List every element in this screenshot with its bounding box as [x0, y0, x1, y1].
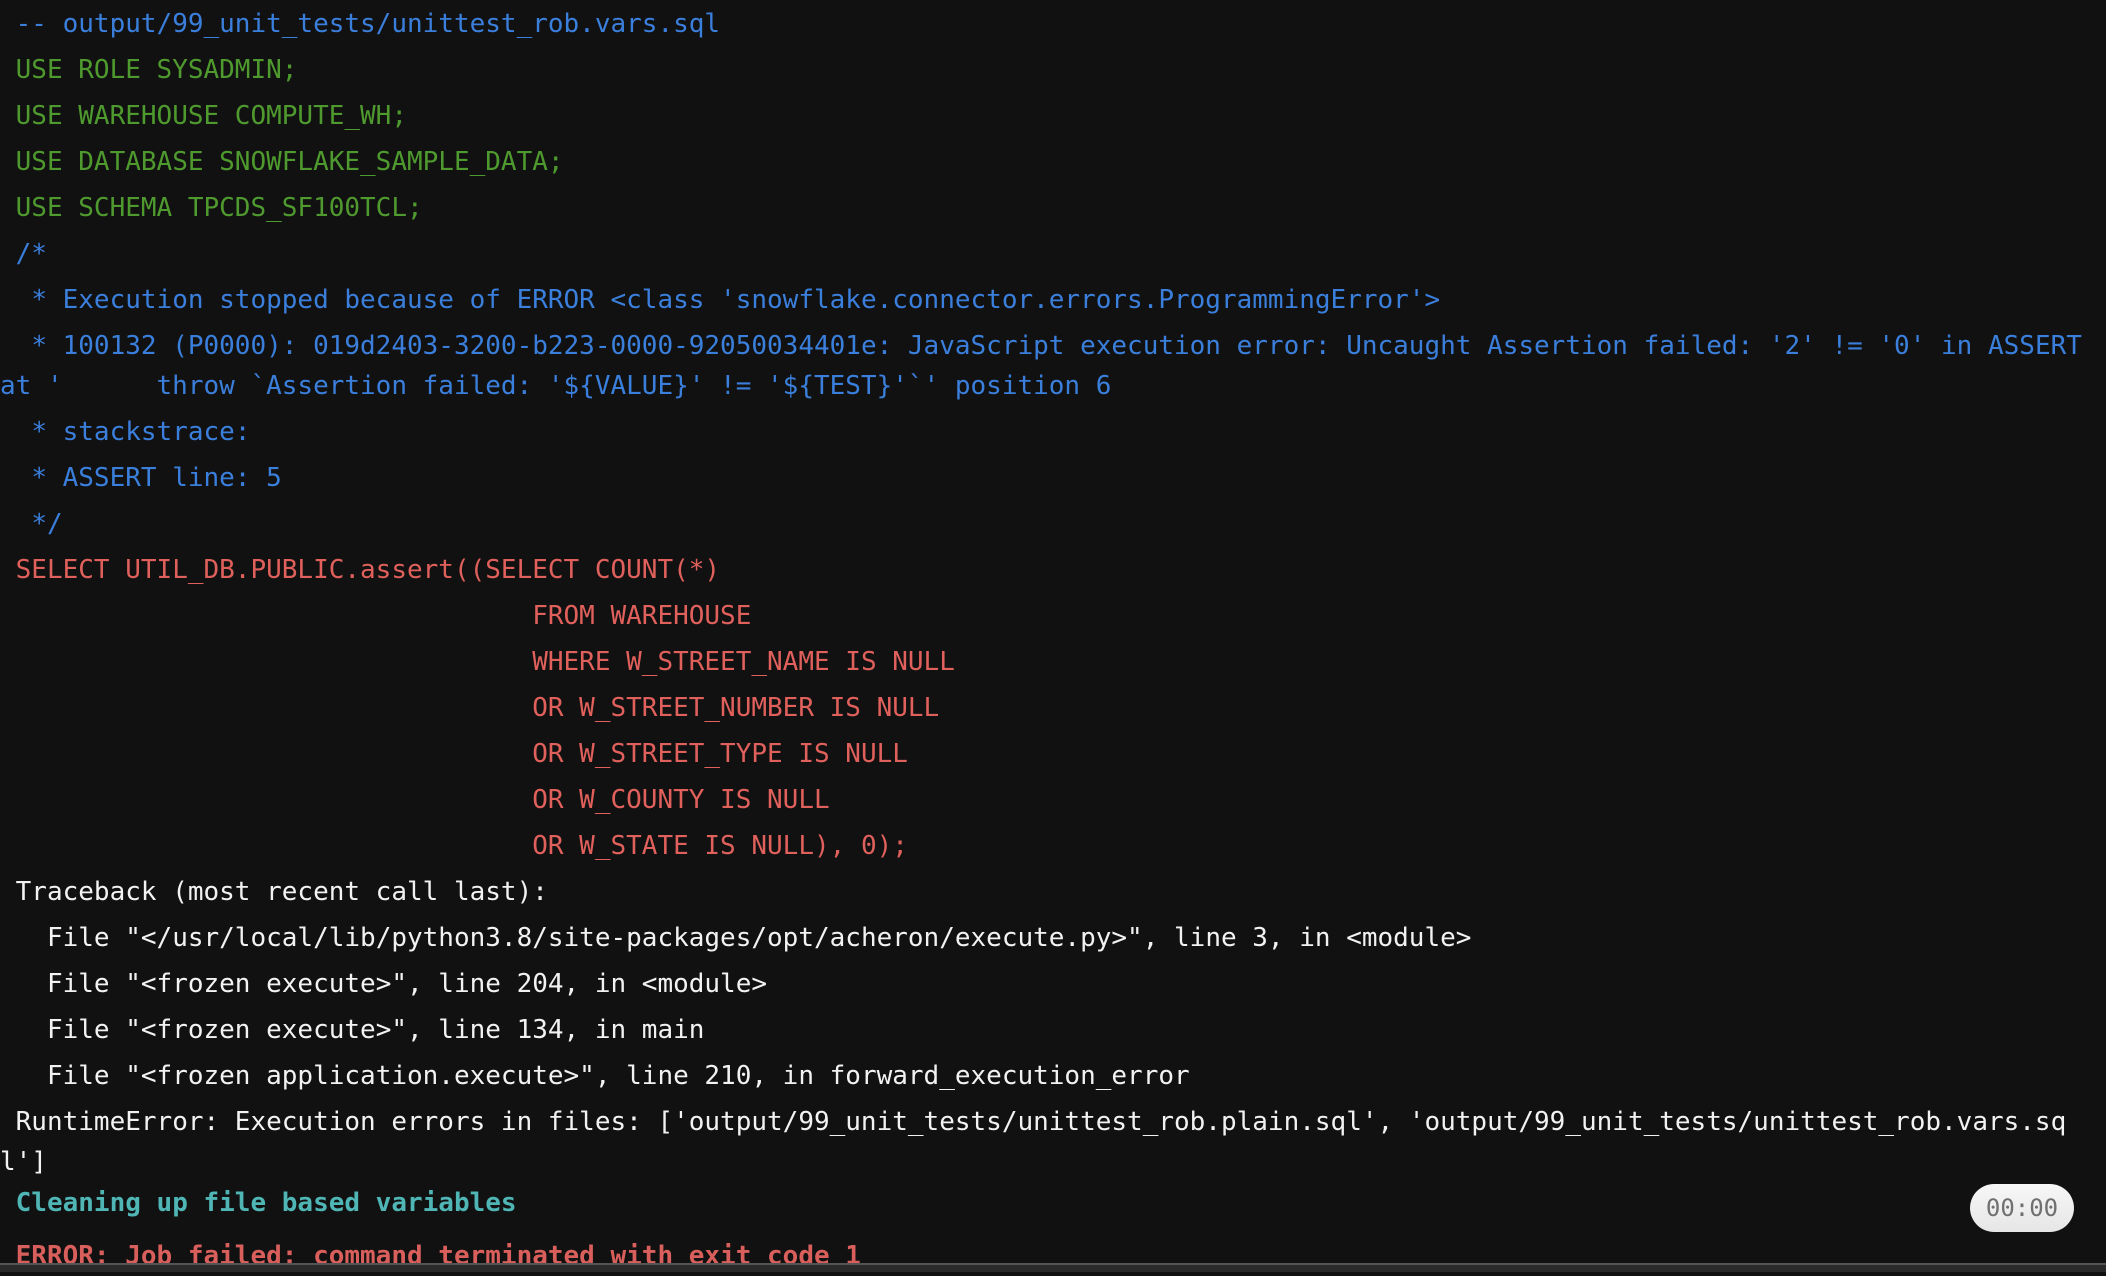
log-line: USE SCHEMA TPCDS_SF100TCL; — [0, 193, 423, 223]
log-line: Traceback (most recent call last): — [0, 877, 548, 907]
log-line: File "<frozen application.execute>", lin… — [0, 1061, 1190, 1091]
log-line: -- output/99_unit_tests/unittest_rob.var… — [0, 9, 721, 39]
log-line: File "<frozen execute>", line 204, in <m… — [0, 969, 768, 999]
elapsed-time-badge: 00:00 — [1970, 1184, 2074, 1232]
job-log-output: -- output/99_unit_tests/unittest_rob.var… — [0, 4, 2090, 1188]
log-line: * Execution stopped because of ERROR <cl… — [0, 285, 1441, 315]
log-line: File "<frozen execute>", line 134, in ma… — [0, 1015, 705, 1045]
log-line: WHERE W_STREET_NAME IS NULL — [0, 647, 955, 677]
cleanup-status-line: Cleaning up file based variables — [0, 1188, 517, 1218]
log-line: File "</usr/local/lib/python3.8/site-pac… — [0, 923, 1472, 953]
log-line: RuntimeError: Execution errors in files:… — [0, 1107, 2067, 1177]
log-line: USE DATABASE SNOWFLAKE_SAMPLE_DATA; — [0, 147, 564, 177]
log-line: /* — [0, 239, 47, 269]
log-line: * 100132 (P0000): 019d2403-3200-b223-000… — [0, 331, 2098, 401]
log-line: FROM WAREHOUSE — [0, 601, 752, 631]
log-line: */ — [0, 509, 63, 539]
log-line: OR W_STATE IS NULL), 0); — [0, 831, 908, 861]
log-line: OR W_STREET_TYPE IS NULL — [0, 739, 908, 769]
log-line: * ASSERT line: 5 — [0, 463, 282, 493]
log-line: OR W_STREET_NUMBER IS NULL — [0, 693, 940, 723]
log-line: * stackstrace: — [0, 417, 251, 447]
log-line: SELECT UTIL_DB.PUBLIC.assert((SELECT COU… — [0, 555, 721, 585]
log-line: USE ROLE SYSADMIN; — [0, 55, 298, 85]
log-line: OR W_COUNTY IS NULL — [0, 785, 830, 815]
log-line: USE WAREHOUSE COMPUTE_WH; — [0, 101, 407, 131]
log-bottom-divider — [0, 1263, 2106, 1272]
